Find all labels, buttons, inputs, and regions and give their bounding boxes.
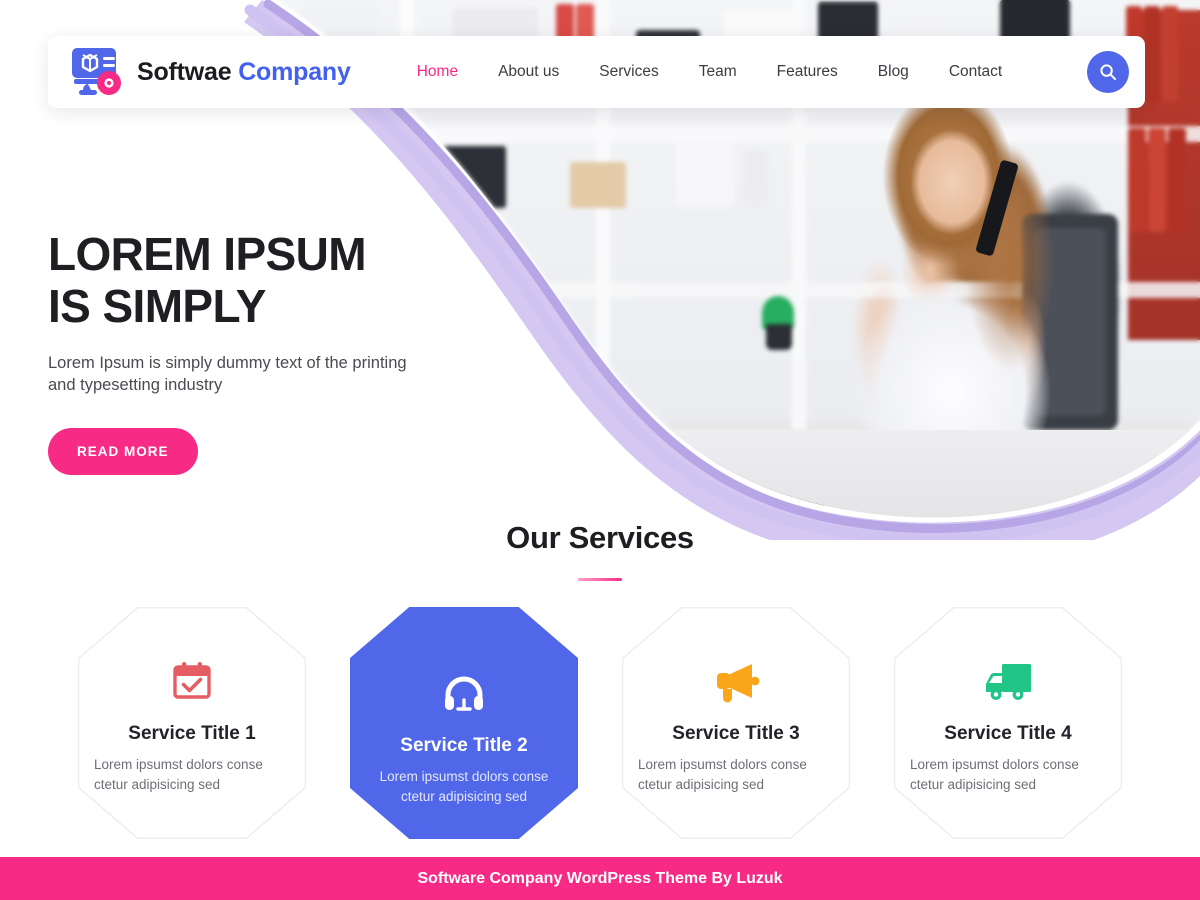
brand[interactable]: Softwae Company [68,46,351,98]
brand-name-primary: Softwae [137,57,232,86]
services-divider [578,578,622,581]
service-card-description: Lorem ipsumst dolors conse ctetur adipis… [638,757,807,792]
monitor-cube-disc-logo-icon [68,46,126,98]
brand-name: Softwae Company [137,58,351,87]
hero-copy: LOREM IPSUM IS SIMPLY Lorem Ipsum is sim… [48,228,508,475]
service-card-2[interactable]: Service Title 2 Lorem ipsumst dolors con… [350,607,578,839]
megaphone-icon [711,657,761,707]
site-footer: Software Company WordPress Theme By Luzu… [0,857,1200,900]
headphones-icon [439,669,489,719]
read-more-button[interactable]: READ MORE [48,428,198,475]
hero-title-line-1: LOREM IPSUM [48,228,367,280]
nav-item-contact[interactable]: Contact [929,63,1022,81]
hero-title: LOREM IPSUM IS SIMPLY [48,228,508,332]
service-card-1[interactable]: Service Title 1 Lorem ipsumst dolors con… [78,607,306,839]
hero-title-line-2: IS SIMPLY [48,280,266,332]
service-card-3[interactable]: Service Title 3 Lorem ipsumst dolors con… [622,607,850,839]
search-button[interactable] [1087,51,1129,93]
nav-item-features[interactable]: Features [757,63,858,81]
services-heading: Our Services [506,520,694,555]
nav-item-team[interactable]: Team [679,63,757,81]
page-root: LOREM IPSUM IS SIMPLY Lorem Ipsum is sim… [0,0,1200,900]
nav-item-services[interactable]: Services [579,63,678,81]
nav-item-home[interactable]: Home [397,63,478,81]
services-card-list: Service Title 1 Lorem ipsumst dolors con… [0,607,1200,839]
nav-item-about-us[interactable]: About us [478,63,579,81]
calendar-check-icon [168,657,216,707]
service-card-description: Lorem ipsumst dolors conse ctetur adipis… [379,769,549,804]
search-icon [1100,64,1116,80]
main-navigation: Home About us Services Team Features Blo… [397,63,1087,81]
hero-description: Lorem Ipsum is simply dummy text of the … [48,354,407,394]
nav-item-blog[interactable]: Blog [858,63,929,81]
service-card-description: Lorem ipsumst dolors conse ctetur adipis… [910,757,1079,792]
service-card-title: Service Title 3 [672,723,800,744]
service-card-description: Lorem ipsumst dolors conse ctetur adipis… [94,757,263,792]
service-card-title: Service Title 1 [128,723,256,744]
footer-credit-text: Software Company WordPress Theme By Luzu… [417,869,783,887]
brand-name-accent: Company [238,57,351,86]
service-card-title: Service Title 4 [944,723,1072,744]
site-header: Softwae Company Home About us Services T… [48,36,1145,108]
delivery-truck-icon [981,657,1035,707]
service-card-title: Service Title 2 [400,735,528,756]
services-section: Our Services Service Title 1 Lorem ipsum… [0,520,1200,839]
service-card-4[interactable]: Service Title 4 Lorem ipsumst dolors con… [894,607,1122,839]
